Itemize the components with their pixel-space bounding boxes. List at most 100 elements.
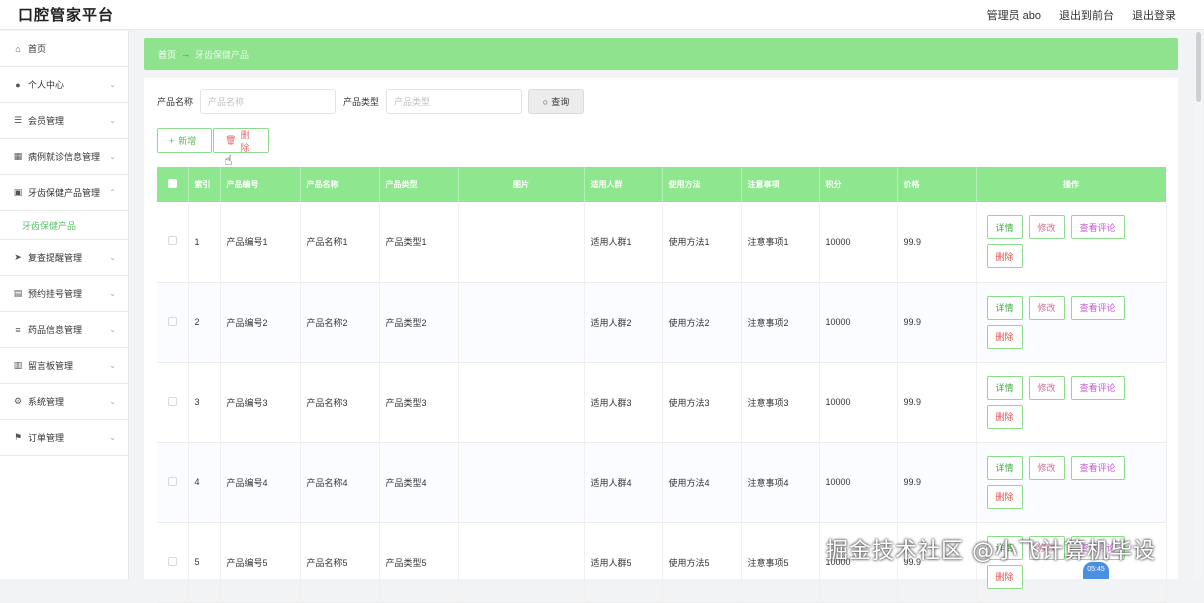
edit-button[interactable]: 修改 <box>1028 375 1065 400</box>
sidebar-item-label: 留言板管理 <box>28 361 74 371</box>
cell-usage: 使用方法1 <box>662 202 742 282</box>
table-row: 1 产品编号1 产品名称1 产品类型1 适用人群1 使用方法1 注意事项1 10000 99.9… <box>157 202 1167 282</box>
sidebar: ⌂ 首页 ● 个人中心 ⌄ ☰ 会员管理 ⌄ ▦ 病例就诊信息管理 ⌄ ▣ 牙齿… <box>0 31 129 579</box>
cell-image <box>458 442 585 522</box>
edit-button[interactable]: 修改 <box>1028 295 1065 320</box>
cell-ops: 详情 修改 查看评论删除 <box>976 362 1167 442</box>
cell-name: 产品名称3 <box>300 362 380 442</box>
delete-button[interactable]: 删除 <box>986 564 1023 589</box>
detail-button[interactable]: 详情 <box>986 295 1023 320</box>
chevron-down-icon: ⌄ <box>109 361 116 370</box>
send-icon: ➤ <box>14 252 22 262</box>
cell-index: 5 <box>188 522 221 602</box>
col-index: 索引 <box>188 167 221 202</box>
batch-delete-label: 删除 <box>240 129 250 153</box>
chevron-up-icon: ⌃ <box>109 188 116 197</box>
breadcrumb: 首页 → 牙齿保健产品 <box>144 38 1178 70</box>
delete-button[interactable]: 删除 <box>986 484 1023 509</box>
sidebar-item-profile[interactable]: ● 个人中心 ⌄ <box>0 67 128 103</box>
delete-button[interactable]: 删除 <box>986 404 1023 429</box>
col-crowd[interactable]: 适用人群 <box>584 167 663 202</box>
cell-crowd: 适用人群2 <box>584 282 663 362</box>
sidebar-item-reminders[interactable]: ➤ 复查提醒管理 ⌄ <box>0 240 128 276</box>
sidebar-subitem-products[interactable]: 牙齿保健产品 <box>0 211 128 240</box>
col-name[interactable]: 产品名称 <box>300 167 380 202</box>
cell-name: 产品名称2 <box>300 282 380 362</box>
col-points[interactable]: 积分 <box>819 167 898 202</box>
sidebar-item-home[interactable]: ⌂ 首页 <box>0 31 128 67</box>
sidebar-item-system[interactable]: ⚙ 系统管理 ⌄ <box>0 384 128 420</box>
product-type-input[interactable] <box>386 89 523 114</box>
table-row: 3 产品编号3 产品名称3 产品类型3 适用人群3 使用方法3 注意事项3 10000 99.9… <box>157 362 1167 442</box>
col-image: 图片 <box>458 167 585 202</box>
cell-type: 产品类型3 <box>379 362 459 442</box>
col-usage[interactable]: 使用方法 <box>662 167 742 202</box>
select-all-checkbox[interactable] <box>157 167 189 202</box>
breadcrumb-home[interactable]: 首页 <box>158 48 176 61</box>
add-button[interactable]: + 新增 <box>157 128 212 153</box>
scrollbar-thumb[interactable] <box>1196 32 1201 102</box>
sidebar-item-label: 药品信息管理 <box>28 325 83 335</box>
cell-index: 4 <box>188 442 221 522</box>
sidebar-item-cases[interactable]: ▦ 病例就诊信息管理 ⌄ <box>0 139 128 175</box>
sidebar-item-label: 订单管理 <box>28 433 65 443</box>
sidebar-item-label: 病例就诊信息管理 <box>28 152 101 162</box>
chevron-down-icon: ⌄ <box>109 289 116 298</box>
cell-crowd: 适用人群3 <box>584 362 663 442</box>
cell-index: 3 <box>188 362 221 442</box>
col-code[interactable]: 产品编号 <box>220 167 301 202</box>
logout-link[interactable]: 退出登录 <box>1132 7 1176 23</box>
col-note[interactable]: 注意事项 <box>741 167 820 202</box>
col-type[interactable]: 产品类型 <box>379 167 459 202</box>
row-checkbox[interactable] <box>157 202 189 282</box>
cell-usage: 使用方法5 <box>662 522 742 602</box>
sidebar-item-label: 首页 <box>28 44 47 54</box>
cell-type: 产品类型1 <box>379 202 459 282</box>
edit-button[interactable]: 修改 <box>1028 215 1065 240</box>
timer-badge: 05:45 <box>1083 562 1109 579</box>
edit-button[interactable]: 修改 <box>1028 455 1065 480</box>
sidebar-item-orders[interactable]: ⚑ 订单管理 ⌄ <box>0 420 128 456</box>
view-comments-button[interactable]: 查看评论 <box>1070 455 1125 480</box>
sidebar-item-messages[interactable]: ▥ 留言板管理 ⌄ <box>0 348 128 384</box>
view-comments-button[interactable]: 查看评论 <box>1070 375 1125 400</box>
view-comments-button[interactable]: 查看评论 <box>1070 215 1125 240</box>
row-checkbox[interactable] <box>157 522 189 602</box>
sidebar-item-appointments[interactable]: ▤ 预约挂号管理 ⌄ <box>0 276 128 312</box>
cell-index: 1 <box>188 202 221 282</box>
top-actions: 管理员 abo 退出到前台 退出登录 <box>987 7 1176 23</box>
cell-image <box>458 362 585 442</box>
delete-button[interactable]: 删除 <box>986 324 1023 349</box>
search-button[interactable]: ○ 查询 <box>528 89 585 114</box>
sidebar-item-label: 系统管理 <box>28 397 65 407</box>
cell-note: 注意事项3 <box>741 362 820 442</box>
table-row: 4 产品编号4 产品名称4 产品类型4 适用人群4 使用方法4 注意事项4 10000 99.9… <box>157 442 1167 522</box>
sidebar-item-members[interactable]: ☰ 会员管理 ⌄ <box>0 103 128 139</box>
delete-button[interactable]: 删除 <box>986 244 1023 269</box>
page-scrollbar[interactable] <box>1195 32 1202 579</box>
cell-price: 99.9 <box>897 362 977 442</box>
batch-delete-button[interactable]: 🗑 删除 <box>213 128 269 153</box>
cell-code: 产品编号5 <box>220 522 301 602</box>
row-checkbox[interactable] <box>157 282 189 362</box>
product-name-input[interactable] <box>200 89 337 114</box>
sidebar-item-products[interactable]: ▣ 牙齿保健产品管理 ⌃ <box>0 175 128 211</box>
detail-button[interactable]: 详情 <box>986 375 1023 400</box>
row-checkbox[interactable] <box>157 362 189 442</box>
cell-index: 2 <box>188 282 221 362</box>
view-comments-button[interactable]: 查看评论 <box>1070 295 1125 320</box>
cell-crowd: 适用人群4 <box>584 442 663 522</box>
cell-code: 产品编号2 <box>220 282 301 362</box>
cell-points: 10000 <box>819 442 898 522</box>
detail-button[interactable]: 详情 <box>986 455 1023 480</box>
sliders-icon: ☰ <box>13 115 23 125</box>
chevron-down-icon: ⌄ <box>109 80 116 89</box>
to-front-link[interactable]: 退出到前台 <box>1059 7 1114 23</box>
cell-name: 产品名称4 <box>300 442 380 522</box>
table-header-row: 索引 产品编号 产品名称 产品类型 图片 适用人群 使用方法 注意事项 积分 价… <box>157 167 1167 202</box>
col-price[interactable]: 价格 <box>897 167 977 202</box>
chevron-down-icon: ⌄ <box>109 433 116 442</box>
row-checkbox[interactable] <box>157 442 189 522</box>
sidebar-item-drugs[interactable]: ≡ 药品信息管理 ⌄ <box>0 312 128 348</box>
detail-button[interactable]: 详情 <box>986 215 1023 240</box>
